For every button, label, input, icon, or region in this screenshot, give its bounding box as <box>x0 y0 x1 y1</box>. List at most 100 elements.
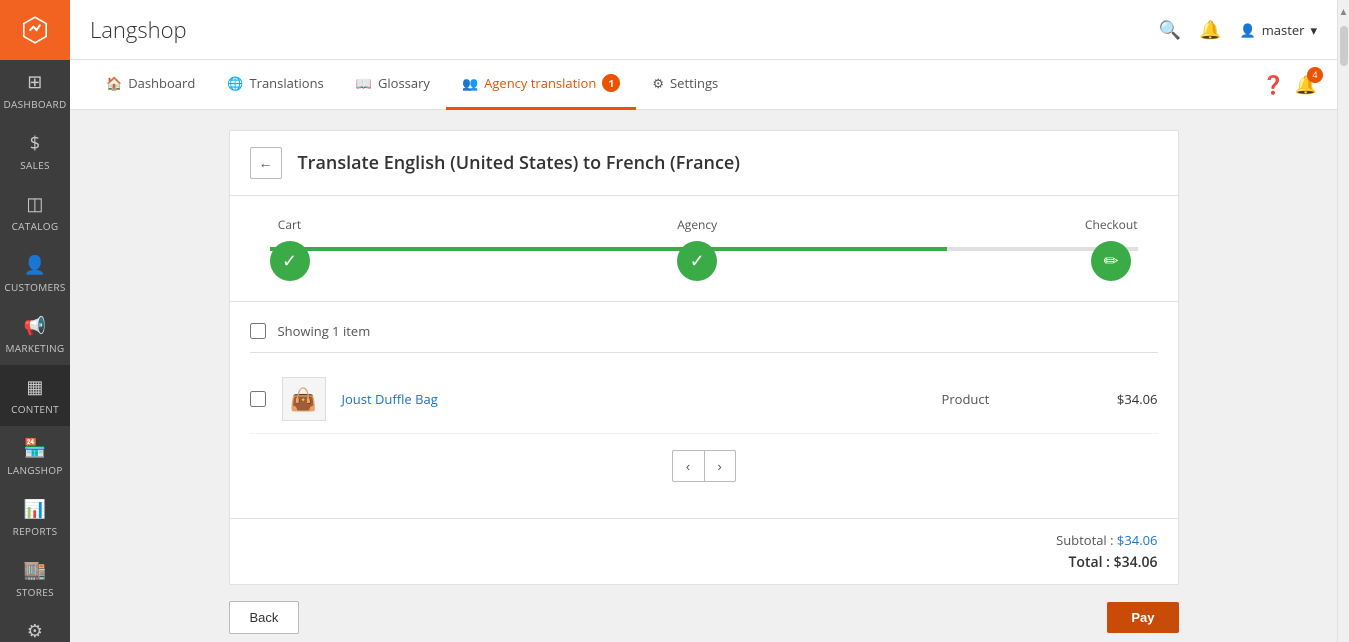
next-page-button[interactable]: › <box>704 450 736 482</box>
items-section: Showing 1 item 👜 Joust Duffle Bag Produc… <box>230 302 1178 518</box>
stepper-label-cart: Cart <box>278 216 301 233</box>
item-checkbox[interactable] <box>250 391 266 407</box>
topbar-actions: 🔍 🔔 👤 master ▾ <box>1159 18 1317 42</box>
tab-settings[interactable]: ⚙ Settings <box>636 60 734 110</box>
tab-dashboard[interactable]: 🏠 Dashboard <box>90 60 211 110</box>
stepper-fill-1 <box>270 247 704 251</box>
sidebar-item-stores[interactable]: 🏬 Stores <box>0 548 70 609</box>
tab-label: Dashboard <box>128 74 195 92</box>
stores-icon: 🏬 <box>24 558 47 582</box>
stepper-circle-checkout: ✏ <box>1091 241 1131 281</box>
user-icon: 👤 <box>1240 21 1256 39</box>
tab-label: Translations <box>249 74 323 92</box>
tab-glossary[interactable]: 📖 Glossary <box>340 60 446 110</box>
sidebar-item-label: Langshop <box>7 463 62 477</box>
dashboard-icon: ⊞ <box>27 70 42 94</box>
order-summary: Subtotal : $34.06 Total : $34.06 <box>230 518 1178 584</box>
page-title: Translate English (United States) to Fre… <box>298 151 741 175</box>
total-value: $34.06 <box>1114 553 1158 572</box>
items-showing-text: Showing 1 item <box>278 322 371 340</box>
agency-badge: 1 <box>602 74 620 92</box>
table-row: 👜 Joust Duffle Bag Product $34.06 <box>250 365 1158 434</box>
stepper-circle-agency: ✓ <box>677 241 717 281</box>
stepper: Cart ✓ Agency ✓ Checkout ✏ <box>230 196 1178 302</box>
topbar: Langshop 🔍 🔔 👤 master ▾ <box>70 0 1337 60</box>
sidebar-item-label: Marketing <box>6 341 65 355</box>
subtotal-line: Subtotal : $34.06 <box>250 531 1158 549</box>
scroll-up-button[interactable]: ▲ <box>1335 0 1349 22</box>
stepper-label-agency: Agency <box>677 216 717 233</box>
sidebar-item-content[interactable]: ▦ Content <box>0 365 70 426</box>
pagination: ‹ › <box>250 450 1158 482</box>
content-area: ← Translate English (United States) to F… <box>70 110 1337 642</box>
tab-home-icon: 🏠 <box>106 74 122 92</box>
scroll-thumb[interactable] <box>1340 26 1348 66</box>
tab-settings-icon: ⚙ <box>652 74 664 92</box>
system-icon: ⚙ <box>27 619 43 642</box>
stepper-fill-2 <box>704 247 947 251</box>
search-icon[interactable]: 🔍 <box>1159 18 1181 42</box>
page-card: ← Translate English (United States) to F… <box>229 130 1179 585</box>
bell-icon[interactable]: 🔔 <box>1199 18 1221 42</box>
sidebar-item-label: Customers <box>4 280 65 294</box>
sidebar-item-label: Reports <box>13 524 58 538</box>
tab-agency-translation[interactable]: 👥 Agency translation 1 <box>446 60 636 110</box>
app-title: Langshop <box>90 15 1159 45</box>
select-all-checkbox[interactable] <box>250 323 266 339</box>
help-icon[interactable]: ❓ <box>1262 73 1284 97</box>
sidebar-item-langshop[interactable]: 🏪 Langshop <box>0 426 70 487</box>
app-logo[interactable] <box>0 0 70 60</box>
tab-translations[interactable]: 🌐 Translations <box>211 60 339 110</box>
username: master <box>1262 21 1305 39</box>
item-name-link[interactable]: Joust Duffle Bag <box>342 390 926 408</box>
footer-actions: Back Pay <box>229 585 1179 642</box>
back-arrow-button[interactable]: ← <box>250 147 282 179</box>
items-header: Showing 1 item <box>250 322 1158 353</box>
tab-navigation: 🏠 Dashboard 🌐 Translations 📖 Glossary 👥 … <box>70 60 1337 110</box>
sidebar-item-reports[interactable]: 📊 Reports <box>0 487 70 548</box>
sidebar-item-marketing[interactable]: 📢 Marketing <box>0 304 70 365</box>
tab-label: Agency translation <box>484 74 596 92</box>
back-arrow-icon: ← <box>259 155 273 171</box>
stepper-label-checkout: Checkout <box>1085 216 1138 233</box>
sidebar-item-label: Content <box>11 402 59 416</box>
sidebar-item-catalog[interactable]: ◫ Catalog <box>0 182 70 243</box>
sidebar-item-label: Dashboard <box>3 97 66 111</box>
prev-page-button[interactable]: ‹ <box>672 450 704 482</box>
tab-globe-icon: 🌐 <box>227 74 243 92</box>
sidebar-item-label: Catalog <box>12 219 59 233</box>
item-image: 👜 <box>282 377 326 421</box>
marketing-icon: 📢 <box>24 314 47 338</box>
sidebar-item-sales[interactable]: $ Sales <box>0 121 70 182</box>
stepper-step-agency: Agency ✓ <box>677 216 717 281</box>
stepper-step-checkout: Checkout ✏ <box>1085 216 1138 281</box>
pay-button[interactable]: Pay <box>1107 602 1178 633</box>
stepper-track: Cart ✓ Agency ✓ Checkout ✏ <box>270 216 1138 281</box>
tab-agency-icon: 👥 <box>462 74 478 92</box>
subtotal-label: Subtotal : <box>1056 531 1113 549</box>
sales-icon: $ <box>30 131 41 155</box>
tab-label: Settings <box>670 74 718 92</box>
main-area: Langshop 🔍 🔔 👤 master ▾ 🏠 Dashboard 🌐 Tr… <box>70 0 1337 642</box>
sidebar-item-customers[interactable]: 👤 Customers <box>0 243 70 304</box>
total-line: Total : $34.06 <box>250 553 1158 572</box>
tab-nav-right: ❓ 🔔 4 <box>1262 73 1317 97</box>
user-menu[interactable]: 👤 master ▾ <box>1240 21 1317 39</box>
subtotal-value: $34.06 <box>1117 531 1158 549</box>
stepper-step-cart: Cart ✓ <box>270 216 310 281</box>
sidebar-item-label: Stores <box>16 585 54 599</box>
page-header: ← Translate English (United States) to F… <box>230 131 1178 196</box>
sidebar-item-system[interactable]: ⚙ System <box>0 609 70 642</box>
sidebar-item-dashboard[interactable]: ⊞ Dashboard <box>0 60 70 121</box>
catalog-icon: ◫ <box>26 192 43 216</box>
reports-icon: 📊 <box>24 497 47 521</box>
tab-book-icon: 📖 <box>356 74 372 92</box>
content-icon: ▦ <box>26 375 43 399</box>
stepper-circle-cart: ✓ <box>270 241 310 281</box>
right-scrollbar: ▲ <box>1337 0 1349 642</box>
bell-count: 4 <box>1307 67 1323 83</box>
item-price: $34.06 <box>1078 390 1158 408</box>
nav-bell[interactable]: 🔔 4 <box>1295 73 1317 97</box>
langshop-icon: 🏪 <box>24 436 47 460</box>
back-button[interactable]: Back <box>229 601 300 634</box>
